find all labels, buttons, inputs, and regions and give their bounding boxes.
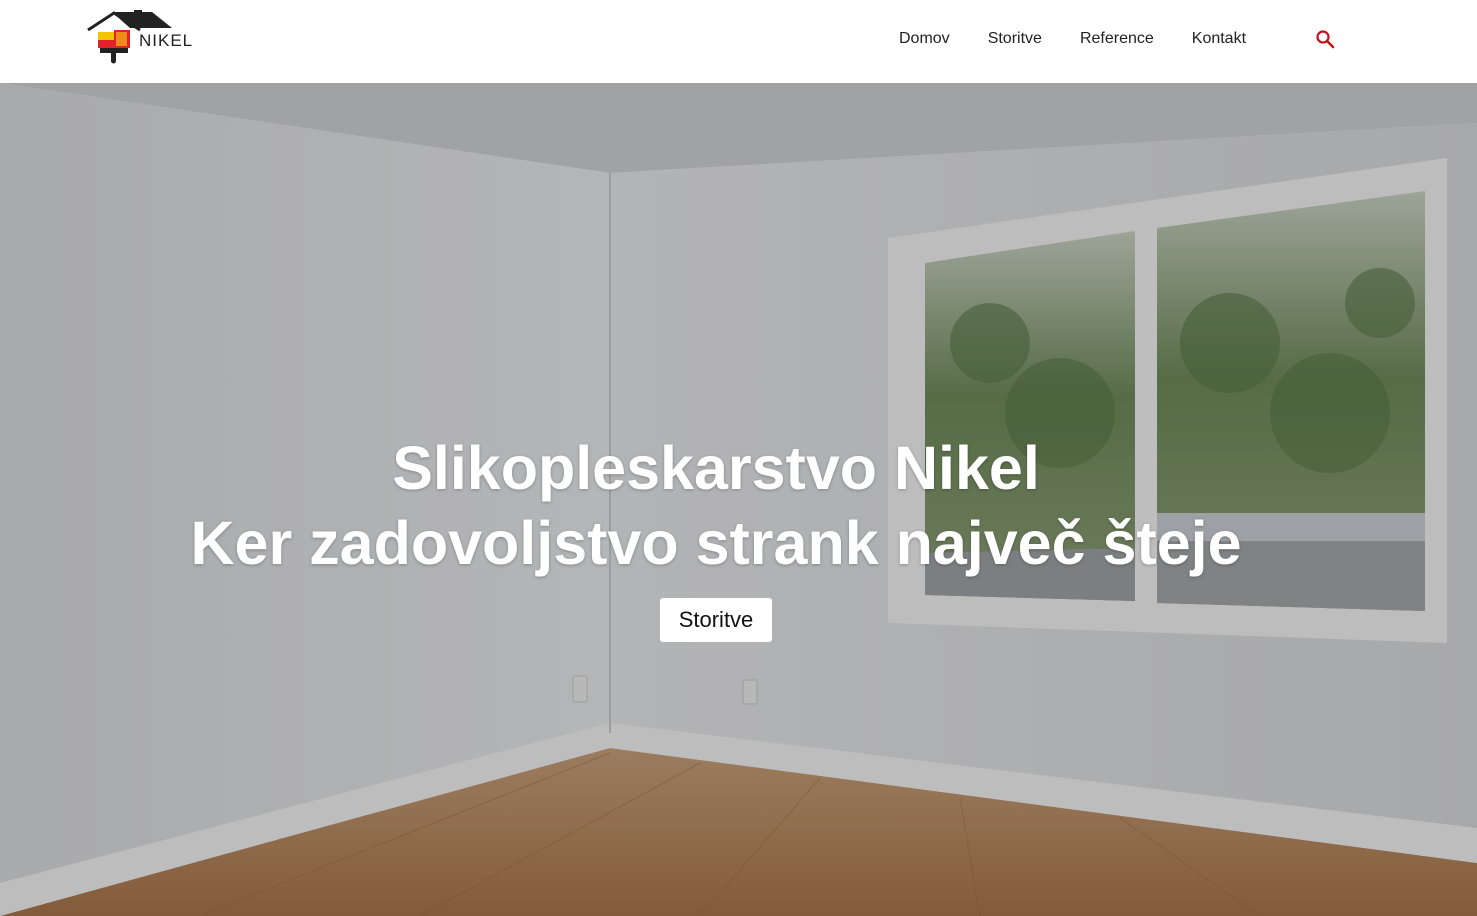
logo[interactable]: NIKEL [86, 10, 202, 64]
nav-item-reference[interactable]: Reference [1061, 30, 1173, 48]
search-icon [1316, 30, 1335, 49]
logo-text: NIKEL [139, 31, 194, 50]
main-nav: Domov Storitve Reference Kontakt [880, 0, 1265, 77]
site-header: NIKEL Domov Storitve Reference Kontakt [0, 0, 1477, 83]
search-button[interactable] [1313, 27, 1337, 51]
hero-section: Slikopleskarstvo Nikel Ker zadovoljstvo … [0, 83, 1477, 916]
nav-item-storitve[interactable]: Storitve [969, 30, 1061, 48]
storitve-button[interactable]: Storitve [659, 598, 773, 642]
hero-title-line-2: Ker zadovoljstvo strank največ šteje [190, 509, 1242, 577]
hero-content: Slikopleskarstvo Nikel Ker zadovoljstvo … [0, 431, 1432, 642]
nav-item-kontakt[interactable]: Kontakt [1173, 30, 1265, 48]
nav-item-domov[interactable]: Domov [880, 30, 969, 48]
hero-title-line-1: Slikopleskarstvo Nikel [392, 434, 1040, 502]
hero-title: Slikopleskarstvo Nikel Ker zadovoljstvo … [0, 431, 1432, 581]
